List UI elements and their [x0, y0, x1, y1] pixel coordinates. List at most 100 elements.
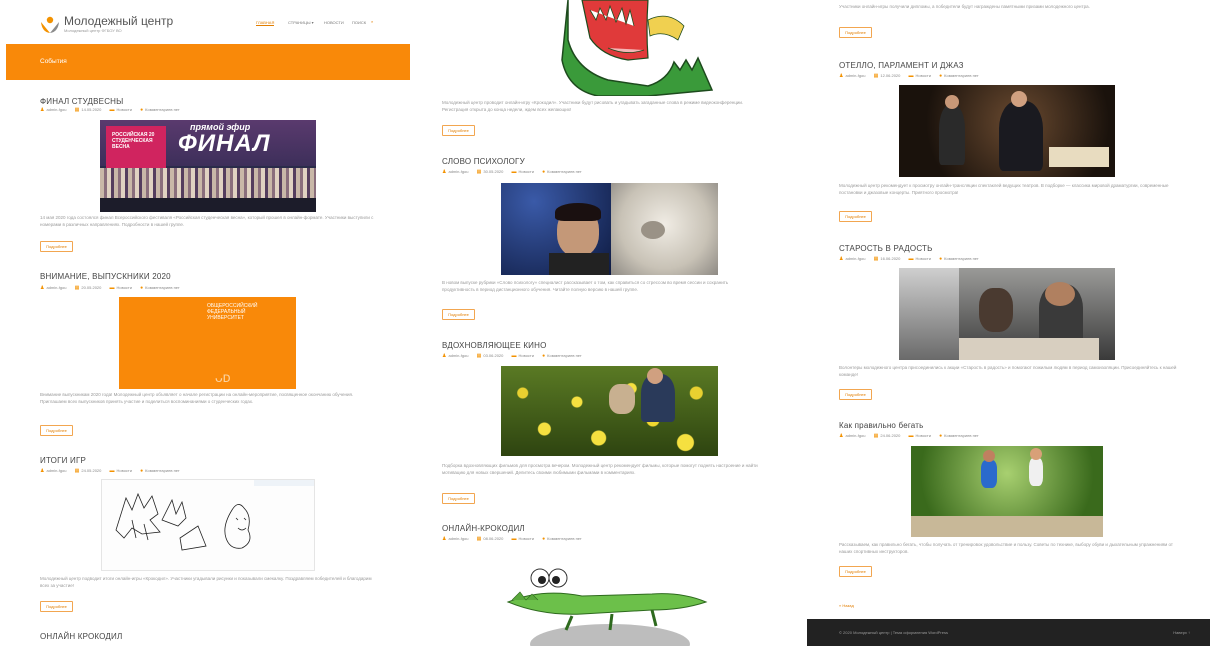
site-footer: © 2020 Молодежный центр | Тема оформлени…	[807, 619, 1210, 646]
calendar-icon: ▦	[476, 536, 482, 542]
post-image-croc-cartoon[interactable]	[498, 0, 718, 96]
read-more-button-psych[interactable]: Подробнее	[442, 309, 475, 320]
post-image-croc-online[interactable]	[502, 552, 712, 646]
folder-icon: ▬	[908, 433, 914, 439]
calendar-icon: ▦	[476, 169, 482, 175]
post-image-run[interactable]	[911, 446, 1103, 537]
post-title-croc-online[interactable]: ОНЛАЙН-КРОКОДИЛ	[442, 524, 525, 533]
calendar-icon: ▦	[873, 256, 879, 262]
post-image-cinema[interactable]	[501, 366, 718, 456]
folder-icon: ▬	[109, 468, 115, 474]
post-image-othello[interactable]	[899, 85, 1115, 177]
back-to-top-link[interactable]: Наверх ↑	[1173, 630, 1190, 635]
university-logo-icon: ᴗᴅ	[215, 369, 231, 385]
post-image-oldage[interactable]	[899, 268, 1115, 360]
user-icon: ♟	[839, 73, 844, 79]
post-title-croc[interactable]: ОНЛАЙН КРОКОДИЛ	[40, 632, 122, 641]
comment-icon: ●	[939, 256, 943, 262]
folder-icon: ▬	[511, 169, 517, 175]
user-icon: ♟	[442, 353, 447, 359]
page-panel-2: Молодежный центр проводит онлайн-игру «К…	[432, 0, 767, 646]
post-excerpt-othello: Молодежный центр рекомендует к просмотру…	[839, 183, 1169, 195]
nav-item-home[interactable]: ГЛАВНАЯ	[256, 20, 275, 26]
folder-icon: ▬	[109, 107, 115, 113]
calendar-icon: ▦	[74, 285, 80, 291]
post-excerpt-final: 14 мая 2020 года состоялся финал Всеросс…	[40, 215, 374, 227]
comment-icon: ●	[140, 107, 144, 113]
festival-badge: РОССИЙСКАЯ 20 СТУДЕНЧЕСКАЯ ВЕСНА	[106, 126, 166, 168]
read-more-button-final[interactable]: Подробнее	[40, 241, 73, 252]
user-icon: ♟	[40, 468, 45, 474]
user-icon: ♟	[839, 256, 844, 262]
comment-icon: ●	[140, 468, 144, 474]
user-icon: ♟	[40, 107, 45, 113]
read-more-button-croc-prev[interactable]: Подробнее	[839, 27, 872, 38]
search-icon[interactable]: ⌕	[371, 19, 373, 24]
post-title-oldage[interactable]: СТАРОСТЬ В РАДОСТЬ	[839, 244, 933, 253]
calendar-icon: ▦	[74, 468, 80, 474]
read-more-button-graduates[interactable]: Подробнее	[40, 425, 73, 436]
post-meta-othello: ♟ admin-fgou ▦ 12.06.2020 ▬ Новости ● Коммен…	[839, 73, 979, 79]
post-excerpt-cinema: Подборка вдохновляющих фильмов для просм…	[442, 463, 758, 475]
comment-icon: ●	[939, 433, 943, 439]
post-image-psych[interactable]	[501, 183, 718, 275]
read-more-button-othello[interactable]: Подробнее	[839, 211, 872, 222]
read-more-button-oldage[interactable]: Подробнее	[839, 389, 872, 400]
page-banner: События	[6, 44, 410, 80]
post-excerpt-psych: В новом выпуске рубрики «Слово психологу…	[442, 280, 729, 292]
user-icon: ♟	[442, 536, 447, 542]
post-meta-oldage: ♟ admin-fgou ▦ 16.06.2020 ▬ Новости ● Коммен…	[839, 256, 979, 262]
post-excerpt-games: Молодежный центр подводит итоги онлайн-и…	[40, 576, 372, 588]
nav-item-pages[interactable]: СТРАНИЦЫ ▾	[288, 20, 314, 25]
post-meta-psych: ♟ admin-fgou ▦ 30.05.2020 ▬ Новости ● Коммен…	[442, 169, 582, 175]
site-title[interactable]: Молодежный центр	[64, 14, 173, 28]
post-meta-final: ♟ admin-fgou ▦ 14.05.2020 ▬ Новости ● Коммен…	[40, 107, 180, 113]
crocodile-cartoon-icon	[561, 0, 714, 96]
post-meta-croc-online: ♟ admin-fgou ▦ 08.06.2020 ▬ Новости ● Коммен…	[442, 536, 582, 542]
banner-title: События	[40, 58, 67, 65]
post-image-final[interactable]: РОССИЙСКАЯ 20 СТУДЕНЧЕСКАЯ ВЕСНА прямой …	[100, 120, 316, 212]
post-meta-run: ♟ admin-fgou ▦ 24.06.2020 ▬ Новости ● Коммен…	[839, 433, 979, 439]
folder-icon: ▬	[908, 256, 914, 262]
post-title-games[interactable]: ИТОГИ ИГР	[40, 456, 86, 465]
user-icon: ♟	[40, 285, 45, 291]
folder-icon: ▬	[511, 536, 517, 542]
comment-icon: ●	[542, 353, 546, 359]
post-meta-cinema: ♟ admin-fgou ▦ 03.06.2020 ▬ Новости ● Коммен…	[442, 353, 582, 359]
calendar-icon: ▦	[873, 73, 879, 79]
comment-icon: ●	[140, 285, 144, 291]
folder-icon: ▬	[908, 73, 914, 79]
read-more-button-games[interactable]: Подробнее	[40, 601, 73, 612]
read-more-button-croc-top[interactable]: Подробнее	[442, 125, 475, 136]
post-meta-graduates: ♟ admin-fgou ▦ 20.05.2020 ▬ Новости ● Коммен…	[40, 285, 180, 291]
folder-icon: ▬	[109, 285, 115, 291]
user-icon: ♟	[839, 433, 844, 439]
read-more-button-cinema[interactable]: Подробнее	[442, 493, 475, 504]
page-panel-1: Молодежный центр Молодежный центр ФГБОУ …	[6, 0, 410, 646]
sketch-drawing-icon	[115, 492, 251, 551]
site-logo-icon[interactable]	[40, 15, 60, 34]
page-panel-3: Участники онлайн-игры получили дипломы, …	[807, 0, 1210, 646]
post-title-final[interactable]: ФИНАЛ СТУДВЕСНЫ	[40, 97, 123, 106]
post-title-cinema[interactable]: ВДОХНОВЛЯЮЩЕЕ КИНО	[442, 341, 547, 350]
calendar-icon: ▦	[873, 433, 879, 439]
folder-icon: ▬	[511, 353, 517, 359]
post-title-graduates[interactable]: ВНИМАНИЕ, ВЫПУСКНИКИ 2020	[40, 272, 171, 281]
read-more-button-run[interactable]: Подробнее	[839, 566, 872, 577]
post-title-psych[interactable]: СЛОВО ПСИХОЛОГУ	[442, 157, 525, 166]
post-image-games[interactable]	[101, 479, 315, 571]
site-tagline: Молодежный центр ФГБОУ ВО	[64, 28, 122, 33]
calendar-icon: ▦	[476, 353, 482, 359]
comment-icon: ●	[542, 169, 546, 175]
post-title-run[interactable]: Как правильно бегать	[839, 421, 924, 430]
post-excerpt-croc-prev: Участники онлайн-игры получили дипломы, …	[839, 4, 1090, 9]
nav-item-search[interactable]: ПОИСК	[352, 20, 366, 25]
post-excerpt-croc-top: Молодежный центр проводит онлайн-игру «К…	[442, 100, 744, 112]
post-title-othello[interactable]: ОТЕЛЛО, ПАРЛАМЕНТ И ДЖАЗ	[839, 61, 964, 70]
comment-icon: ●	[542, 536, 546, 542]
footer-copyright: © 2020 Молодежный центр | Тема оформлени…	[839, 630, 948, 635]
post-image-graduates[interactable]: ОБЩЕРОССИЙСКИЙ ФЕДЕРАЛЬНЫЙ УНИВЕРСИТЕТ ᴗ…	[119, 297, 296, 389]
user-icon: ♟	[442, 169, 447, 175]
nav-item-news[interactable]: НОВОСТИ	[324, 20, 344, 25]
prev-page-link[interactable]: « Назад	[839, 603, 854, 608]
